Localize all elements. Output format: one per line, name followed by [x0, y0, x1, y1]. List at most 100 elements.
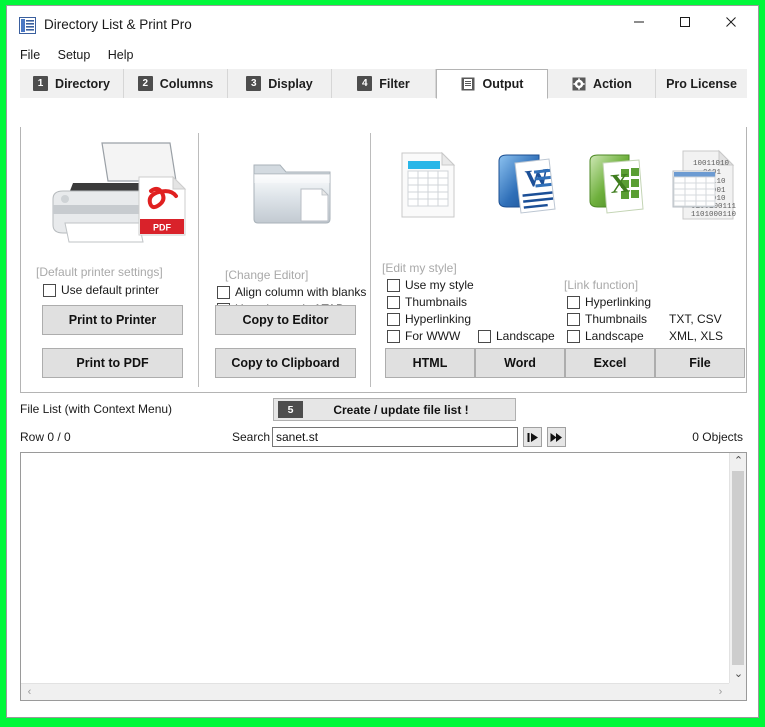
menu-item-file[interactable]: File — [16, 46, 49, 64]
svg-text:PDF: PDF — [153, 223, 172, 233]
vertical-scrollbar[interactable]: ⌃ ⌄ — [729, 453, 746, 683]
vertical-scroll-thumb[interactable] — [732, 471, 744, 665]
checkbox-html-hyperlinking[interactable]: Hyperlinking — [387, 312, 471, 326]
checkbox-box[interactable] — [217, 286, 230, 299]
file-list-content[interactable] — [21, 453, 729, 683]
checkbox-label: Thumbnails — [585, 312, 647, 326]
checkbox-word-landscape[interactable]: Landscape — [478, 329, 555, 343]
file-button[interactable]: File — [655, 348, 745, 378]
checkbox-use-my-style[interactable]: Use my style — [387, 278, 474, 292]
button-label: Copy to Editor — [242, 313, 328, 327]
excel-button[interactable]: Excel — [565, 348, 655, 378]
svg-text:X: X — [609, 167, 632, 199]
button-label: Print to PDF — [76, 356, 148, 370]
checkbox-html-thumbnails[interactable]: Thumbnails — [387, 295, 467, 309]
checkbox-for-www[interactable]: For WWW — [387, 329, 460, 343]
maximize-button[interactable] — [662, 6, 708, 38]
chevron-down-icon: ⌄ — [734, 669, 743, 680]
button-label: Create / update file list ! — [303, 403, 515, 417]
checkbox-use-default-printer[interactable]: Use default printer — [43, 283, 159, 297]
application-window: Directory List & Print Pro File — [6, 5, 759, 718]
link-function-hint[interactable]: [Link function] — [564, 278, 638, 292]
copy-to-editor-button[interactable]: Copy to Editor — [215, 305, 356, 335]
checkbox-box[interactable] — [387, 330, 400, 343]
checkbox-box[interactable] — [43, 284, 56, 297]
checkbox-label: Thumbnails — [405, 295, 467, 309]
horizontal-scrollbar[interactable]: ‹ › — [21, 683, 729, 700]
output-panel: PDF [Default printer settings] Use defau… — [20, 127, 747, 393]
tab-action[interactable]: Action — [548, 69, 656, 98]
menu-item-help[interactable]: Help — [104, 46, 143, 64]
menu-bar: File Setup Help — [7, 46, 758, 69]
folder-document-icon — [246, 149, 338, 236]
checkbox-box[interactable] — [387, 279, 400, 292]
checkbox-box[interactable] — [567, 313, 580, 326]
checkbox-box[interactable] — [567, 296, 580, 309]
app-list-icon — [19, 17, 36, 34]
menu-item-setup[interactable]: Setup — [54, 46, 100, 64]
checkbox-label: Hyperlinking — [585, 295, 651, 309]
checkbox-label: Hyperlinking — [405, 312, 471, 326]
scroll-up-button[interactable]: ⌃ — [730, 453, 747, 470]
button-label: Print to Printer — [69, 313, 157, 327]
checkbox-label: Use default printer — [61, 283, 159, 297]
tab-label: Filter — [379, 77, 410, 91]
tab-filter[interactable]: 4 Filter — [332, 69, 436, 98]
checkbox-label: Landscape — [496, 329, 555, 343]
search-last-button[interactable] — [547, 427, 566, 447]
print-to-printer-button[interactable]: Print to Printer — [42, 305, 183, 335]
tab-pro-license[interactable]: Pro License — [656, 69, 747, 98]
objects-count-label: 0 Objects — [692, 430, 743, 444]
tab-display[interactable]: 3 Display — [228, 69, 332, 98]
checkbox-box[interactable] — [567, 330, 580, 343]
checkbox-label: Landscape — [585, 329, 644, 343]
close-button[interactable] — [708, 6, 754, 38]
button-label: Word — [504, 356, 536, 370]
fast-forward-icon — [550, 431, 563, 444]
word-icon: W — [493, 151, 561, 224]
default-printer-settings-hint[interactable]: [Default printer settings] — [36, 265, 163, 279]
row-counter-label: Row 0 / 0 — [20, 430, 71, 444]
scroll-right-button[interactable]: › — [712, 684, 729, 701]
checkbox-box[interactable] — [387, 296, 400, 309]
html-button[interactable]: HTML — [385, 348, 475, 378]
maximize-icon — [679, 16, 691, 28]
checkbox-box[interactable] — [478, 330, 491, 343]
checkbox-excel-thumbnails[interactable]: Thumbnails — [567, 312, 647, 326]
tab-output[interactable]: Output — [436, 69, 548, 99]
search-next-button[interactable] — [523, 427, 542, 447]
scrollbar-corner — [729, 683, 746, 700]
file-list-box[interactable]: ⌃ ⌄ ‹ › — [20, 452, 747, 701]
tab-directory[interactable]: 1 Directory — [20, 69, 124, 98]
green-desktop-background: Directory List & Print Pro File — [0, 0, 765, 727]
search-input[interactable] — [272, 427, 518, 447]
step-number-badge: 5 — [278, 401, 303, 418]
tab-columns[interactable]: 2 Columns — [124, 69, 228, 98]
copy-to-clipboard-button[interactable]: Copy to Clipboard — [215, 348, 356, 378]
checkbox-box[interactable] — [387, 313, 400, 326]
checkbox-excel-hyperlinking[interactable]: Hyperlinking — [567, 295, 651, 309]
tab-label: Directory — [55, 77, 110, 91]
checkbox-label: Align column with blanks — [235, 285, 366, 299]
button-label: Copy to Clipboard — [231, 356, 339, 370]
minimize-button[interactable] — [616, 6, 662, 38]
checkbox-excel-landscape[interactable]: Landscape — [567, 329, 644, 343]
checkbox-label: For WWW — [405, 329, 460, 343]
scroll-left-button[interactable]: ‹ — [21, 684, 38, 701]
button-label: HTML — [413, 356, 448, 370]
create-update-file-list-button[interactable]: 5 Create / update file list ! — [273, 398, 516, 421]
word-button[interactable]: Word — [475, 348, 565, 378]
change-editor-hint[interactable]: [Change Editor] — [225, 268, 308, 282]
tab-label: Display — [268, 77, 312, 91]
edit-my-style-hint[interactable]: [Edit my style] — [382, 261, 457, 275]
tab-strip: 1 Directory 2 Columns 3 Display 4 Filter — [20, 69, 745, 98]
step-forward-icon — [526, 431, 539, 444]
print-to-pdf-button[interactable]: Print to PDF — [42, 348, 183, 378]
tab-label: Columns — [160, 77, 213, 91]
scroll-down-button[interactable]: ⌄ — [730, 666, 747, 683]
file-formats-line-2: XML, XLS — [669, 329, 723, 343]
button-label: File — [689, 356, 711, 370]
tab-number-badge: 2 — [138, 76, 153, 91]
checkbox-align-column-with-blanks[interactable]: Align column with blanks — [217, 285, 366, 299]
printer-pdf-icon: PDF — [39, 139, 189, 249]
